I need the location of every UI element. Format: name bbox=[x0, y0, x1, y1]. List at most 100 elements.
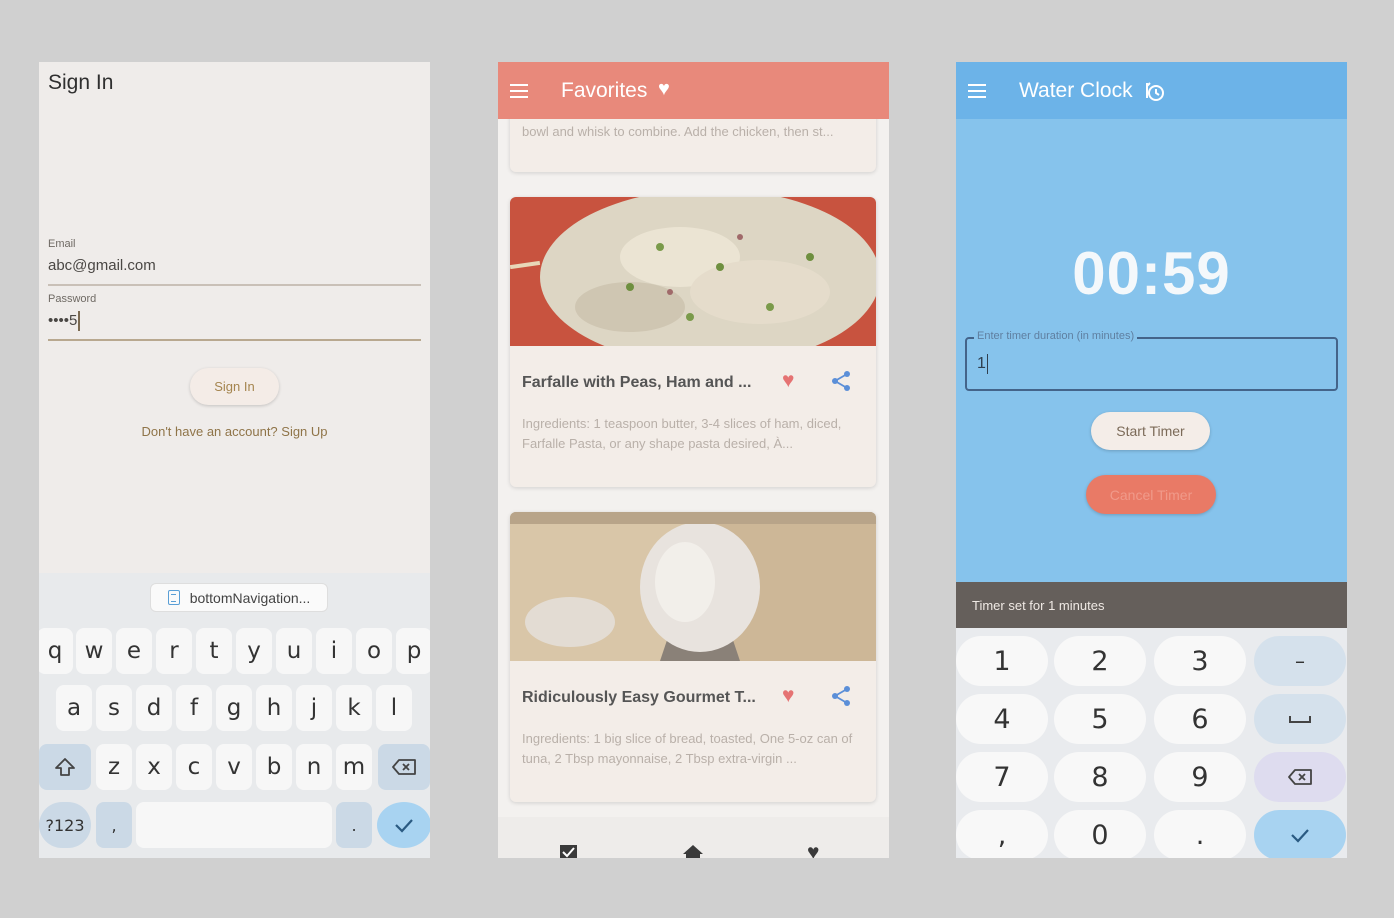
key-2[interactable]: 2 bbox=[1054, 636, 1146, 686]
done-key[interactable] bbox=[1254, 810, 1346, 858]
key-v[interactable]: v bbox=[216, 744, 252, 790]
page-title: Sign In bbox=[48, 71, 114, 94]
key-g[interactable]: g bbox=[216, 685, 252, 731]
key-b[interactable]: b bbox=[256, 744, 292, 790]
recipe-title: Farfalle with Peas, Ham and ... bbox=[522, 374, 752, 391]
key-6[interactable]: 6 bbox=[1154, 694, 1246, 744]
key-y[interactable]: y bbox=[236, 628, 272, 674]
key-4[interactable]: 4 bbox=[956, 694, 1048, 744]
minus-key[interactable]: – bbox=[1254, 636, 1346, 686]
app-bar: Water Clock bbox=[956, 62, 1347, 119]
key-0[interactable]: 0 bbox=[1054, 810, 1146, 858]
comma-key[interactable]: , bbox=[96, 802, 132, 848]
key-e[interactable]: e bbox=[116, 628, 152, 674]
enter-key[interactable] bbox=[377, 802, 430, 848]
water-clock-screen: Water Clock 00:59 Enter timer duration (… bbox=[956, 62, 1347, 858]
email-underline bbox=[48, 284, 421, 286]
symbols-key[interactable]: ?123 bbox=[39, 802, 91, 848]
key-f[interactable]: f bbox=[176, 685, 212, 731]
favorite-heart-icon[interactable]: ♥ bbox=[782, 369, 794, 393]
key-z[interactable]: z bbox=[96, 744, 132, 790]
bottom-navigation: ♥ bbox=[498, 817, 889, 858]
share-icon[interactable] bbox=[830, 370, 852, 392]
space-icon bbox=[1289, 716, 1311, 723]
signin-button[interactable]: Sign In bbox=[190, 368, 279, 405]
key-3[interactable]: 3 bbox=[1154, 636, 1246, 686]
clipboard-suggestion[interactable]: bottomNavigation... bbox=[150, 583, 328, 612]
key-9[interactable]: 9 bbox=[1154, 752, 1246, 802]
key-m[interactable]: m bbox=[336, 744, 372, 790]
space-key[interactable] bbox=[1254, 694, 1346, 744]
duration-value: 1 bbox=[977, 354, 989, 374]
key-k[interactable]: k bbox=[336, 685, 372, 731]
clipboard-icon bbox=[167, 590, 180, 605]
period-key[interactable]: . bbox=[336, 802, 372, 848]
page-title: Water Clock bbox=[1019, 79, 1133, 102]
key-7[interactable]: 7 bbox=[956, 752, 1048, 802]
soft-keyboard: bottomNavigation... q w e r t y u i o p … bbox=[39, 573, 430, 858]
key-a[interactable]: a bbox=[56, 685, 92, 731]
backspace-key[interactable] bbox=[1254, 752, 1346, 802]
key-s[interactable]: s bbox=[96, 685, 132, 731]
backspace-icon bbox=[392, 759, 416, 775]
favorite-heart-icon[interactable]: ♥ bbox=[782, 684, 794, 708]
suggestion-text: bottomNavigation... bbox=[189, 589, 311, 606]
key-q[interactable]: q bbox=[39, 628, 73, 674]
duration-label: Enter timer duration (in minutes) bbox=[974, 330, 1138, 342]
key-i[interactable]: i bbox=[316, 628, 352, 674]
numeric-keypad: 1 2 3 – 4 5 6 7 8 9 , 0 . bbox=[956, 628, 1347, 858]
favorites-nav-icon[interactable]: ♥ bbox=[807, 841, 819, 858]
duration-value-text: 1 bbox=[977, 355, 986, 373]
page-title: Favorites bbox=[561, 79, 648, 102]
signup-link[interactable]: Don't have an account? Sign Up bbox=[39, 424, 430, 439]
backspace-key[interactable] bbox=[378, 744, 430, 790]
email-field[interactable]: abc@gmail.com bbox=[48, 257, 156, 274]
key-u[interactable]: u bbox=[276, 628, 312, 674]
comma-key[interactable]: , bbox=[956, 810, 1048, 858]
snackbar: Timer set for 1 minutes bbox=[956, 582, 1347, 628]
text-caret bbox=[986, 354, 989, 374]
key-o[interactable]: o bbox=[356, 628, 392, 674]
email-label: Email bbox=[48, 238, 76, 250]
recipe-card[interactable]: Farfalle with Peas, Ham and ... ♥ Ingred… bbox=[510, 197, 876, 487]
recipe-card[interactable]: Ridiculously Easy Gourmet T... ♥ Ingredi… bbox=[510, 512, 876, 802]
menu-icon[interactable] bbox=[510, 84, 528, 98]
timer-icon bbox=[1146, 82, 1164, 101]
card-description: bowl and whisk to combine. Add the chick… bbox=[522, 124, 834, 139]
recipe-image-sandwich bbox=[510, 512, 876, 661]
key-l[interactable]: l bbox=[376, 685, 412, 731]
menu-icon[interactable] bbox=[968, 84, 986, 98]
shift-key[interactable] bbox=[39, 744, 91, 790]
app-bar: Favorites ♥ bbox=[498, 62, 889, 119]
recipe-description: Ingredients: 1 teaspoon butter, 3-4 slic… bbox=[522, 416, 842, 451]
key-n[interactable]: n bbox=[296, 744, 332, 790]
duration-input[interactable] bbox=[965, 337, 1338, 391]
cancel-timer-button[interactable]: Cancel Timer bbox=[1086, 475, 1216, 514]
key-d[interactable]: d bbox=[136, 685, 172, 731]
password-underline bbox=[48, 339, 421, 341]
share-icon[interactable] bbox=[830, 685, 852, 707]
key-j[interactable]: j bbox=[296, 685, 332, 731]
space-key[interactable] bbox=[136, 802, 332, 848]
key-x[interactable]: x bbox=[136, 744, 172, 790]
key-t[interactable]: t bbox=[196, 628, 232, 674]
key-w[interactable]: w bbox=[76, 628, 112, 674]
check-icon bbox=[1291, 829, 1309, 843]
backspace-icon bbox=[1288, 769, 1312, 785]
password-field[interactable]: ••••5 bbox=[48, 311, 80, 331]
recipe-description: Ingredients: 1 big slice of bread, toast… bbox=[522, 731, 853, 766]
timer-display: 00:59 bbox=[1072, 240, 1231, 307]
home-icon[interactable] bbox=[683, 845, 703, 858]
period-key[interactable]: . bbox=[1154, 810, 1246, 858]
key-r[interactable]: r bbox=[156, 628, 192, 674]
key-c[interactable]: c bbox=[176, 744, 212, 790]
key-h[interactable]: h bbox=[256, 685, 292, 731]
checkbox-icon[interactable] bbox=[560, 845, 577, 858]
favorites-screen: bowl and whisk to combine. Add the chick… bbox=[498, 62, 889, 858]
key-5[interactable]: 5 bbox=[1054, 694, 1146, 744]
start-timer-button[interactable]: Start Timer bbox=[1091, 412, 1210, 450]
key-p[interactable]: p bbox=[396, 628, 430, 674]
key-1[interactable]: 1 bbox=[956, 636, 1048, 686]
shift-icon bbox=[55, 758, 75, 776]
key-8[interactable]: 8 bbox=[1054, 752, 1146, 802]
